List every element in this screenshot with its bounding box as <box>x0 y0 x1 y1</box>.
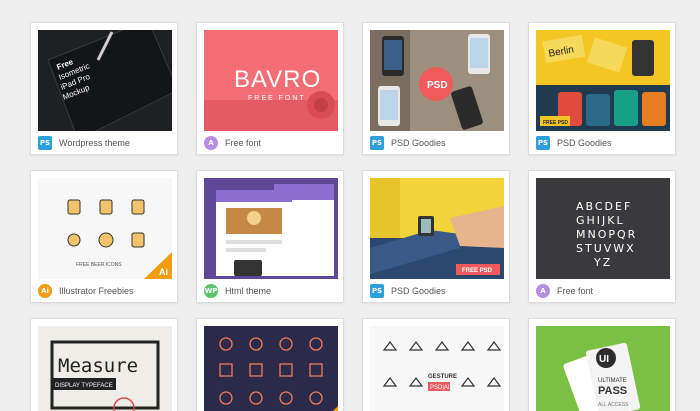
font-badge-icon: A <box>204 136 218 150</box>
psd-badge-icon: PS <box>370 136 384 150</box>
card-category-label[interactable]: Html theme <box>225 286 271 296</box>
card-category-label[interactable]: Free font <box>225 138 261 148</box>
overlay-text: MNOPQR <box>576 228 637 241</box>
card-category-label[interactable]: Illustrator Freebies <box>59 286 134 296</box>
overlay-text: Measure <box>58 355 138 377</box>
card-category-label[interactable]: PSD Goodies <box>557 138 612 148</box>
font-badge-icon: A <box>536 284 550 298</box>
card-thumbnail[interactable]: Free Isometric iPad Pro Mockup <box>38 30 172 131</box>
resource-card[interactable]: Measure DISPLAY TYPEFACE <box>30 318 178 411</box>
resource-card[interactable]: FREE BEER ICONS Ai Ai Illustrator Freebi… <box>30 170 178 303</box>
overlay-text: ALL ACCESS <box>598 402 629 408</box>
overlay-text: PASS <box>598 385 627 397</box>
overlay-text: STUVWX <box>576 242 636 255</box>
resource-card[interactable]: Berlin FREE PSD PS PSD Goodies <box>528 22 676 155</box>
overlay-text: GHIJKL <box>576 214 625 227</box>
resource-card[interactable] <box>196 318 344 411</box>
overlay-text: ABCDEF <box>576 200 632 213</box>
card-thumbnail[interactable]: Measure DISPLAY TYPEFACE <box>38 326 172 411</box>
psd-badge-icon: PS <box>38 136 52 150</box>
card-thumbnail[interactable]: UI ULTIMATE PASS ALL ACCESS <box>536 326 670 411</box>
card-thumbnail[interactable]: Berlin FREE PSD <box>536 30 670 131</box>
overlay-text: PSD|AI <box>430 385 450 391</box>
overlay-text: Ai <box>159 267 168 277</box>
card-thumbnail[interactable] <box>204 326 338 411</box>
card-thumbnail[interactable]: GESTURE PSD|AI <box>370 326 504 411</box>
overlay-text: FREE PSD <box>462 268 493 274</box>
resource-card[interactable]: FREE PSD PS PSD Goodies <box>362 170 510 303</box>
card-thumbnail[interactable]: PSD <box>370 30 504 131</box>
card-thumbnail[interactable] <box>204 178 338 279</box>
resource-card[interactable]: WP Html theme <box>196 170 344 303</box>
resource-card[interactable]: GESTURE PSD|AI <box>362 318 510 411</box>
overlay-text: FREE PSD <box>543 120 568 126</box>
card-thumbnail[interactable]: FREE BEER ICONS Ai <box>38 178 172 279</box>
overlay-text: ULTIMATE <box>598 378 627 384</box>
psd-badge-icon: PS <box>536 136 550 150</box>
resource-card[interactable]: UI ULTIMATE PASS ALL ACCESS <box>528 318 676 411</box>
wp-badge-icon: WP <box>204 284 218 298</box>
overlay-text: PSD <box>427 80 448 91</box>
resource-card[interactable]: PSD PS PSD Goodies <box>362 22 510 155</box>
card-category-label[interactable]: Wordpress theme <box>59 138 130 148</box>
resource-card[interactable]: BAVRO FREE FONT A Free font <box>196 22 344 155</box>
card-category-label[interactable]: PSD Goodies <box>391 138 446 148</box>
overlay-text: BAVRO <box>234 66 321 93</box>
card-thumbnail[interactable]: ABCDEF GHIJKL MNOPQR STUVWX YZ <box>536 178 670 279</box>
overlay-text: DISPLAY TYPEFACE <box>55 383 113 389</box>
ai-badge-icon: Ai <box>38 284 52 298</box>
card-thumbnail[interactable]: FREE PSD <box>370 178 504 279</box>
resource-card[interactable]: Free Isometric iPad Pro Mockup PS Wordpr… <box>30 22 178 155</box>
psd-badge-icon: PS <box>370 284 384 298</box>
card-category-label[interactable]: Free font <box>557 286 593 296</box>
overlay-text: FREE FONT <box>248 95 306 102</box>
overlay-text: YZ <box>593 256 612 269</box>
overlay-text: UI <box>599 354 609 365</box>
resource-card[interactable]: ABCDEF GHIJKL MNOPQR STUVWX YZ A Free fo… <box>528 170 676 303</box>
card-category-label[interactable]: PSD Goodies <box>391 286 446 296</box>
overlay-text: GESTURE <box>428 374 457 380</box>
overlay-text: FREE BEER ICONS <box>76 262 122 268</box>
card-thumbnail[interactable]: BAVRO FREE FONT <box>204 30 338 131</box>
